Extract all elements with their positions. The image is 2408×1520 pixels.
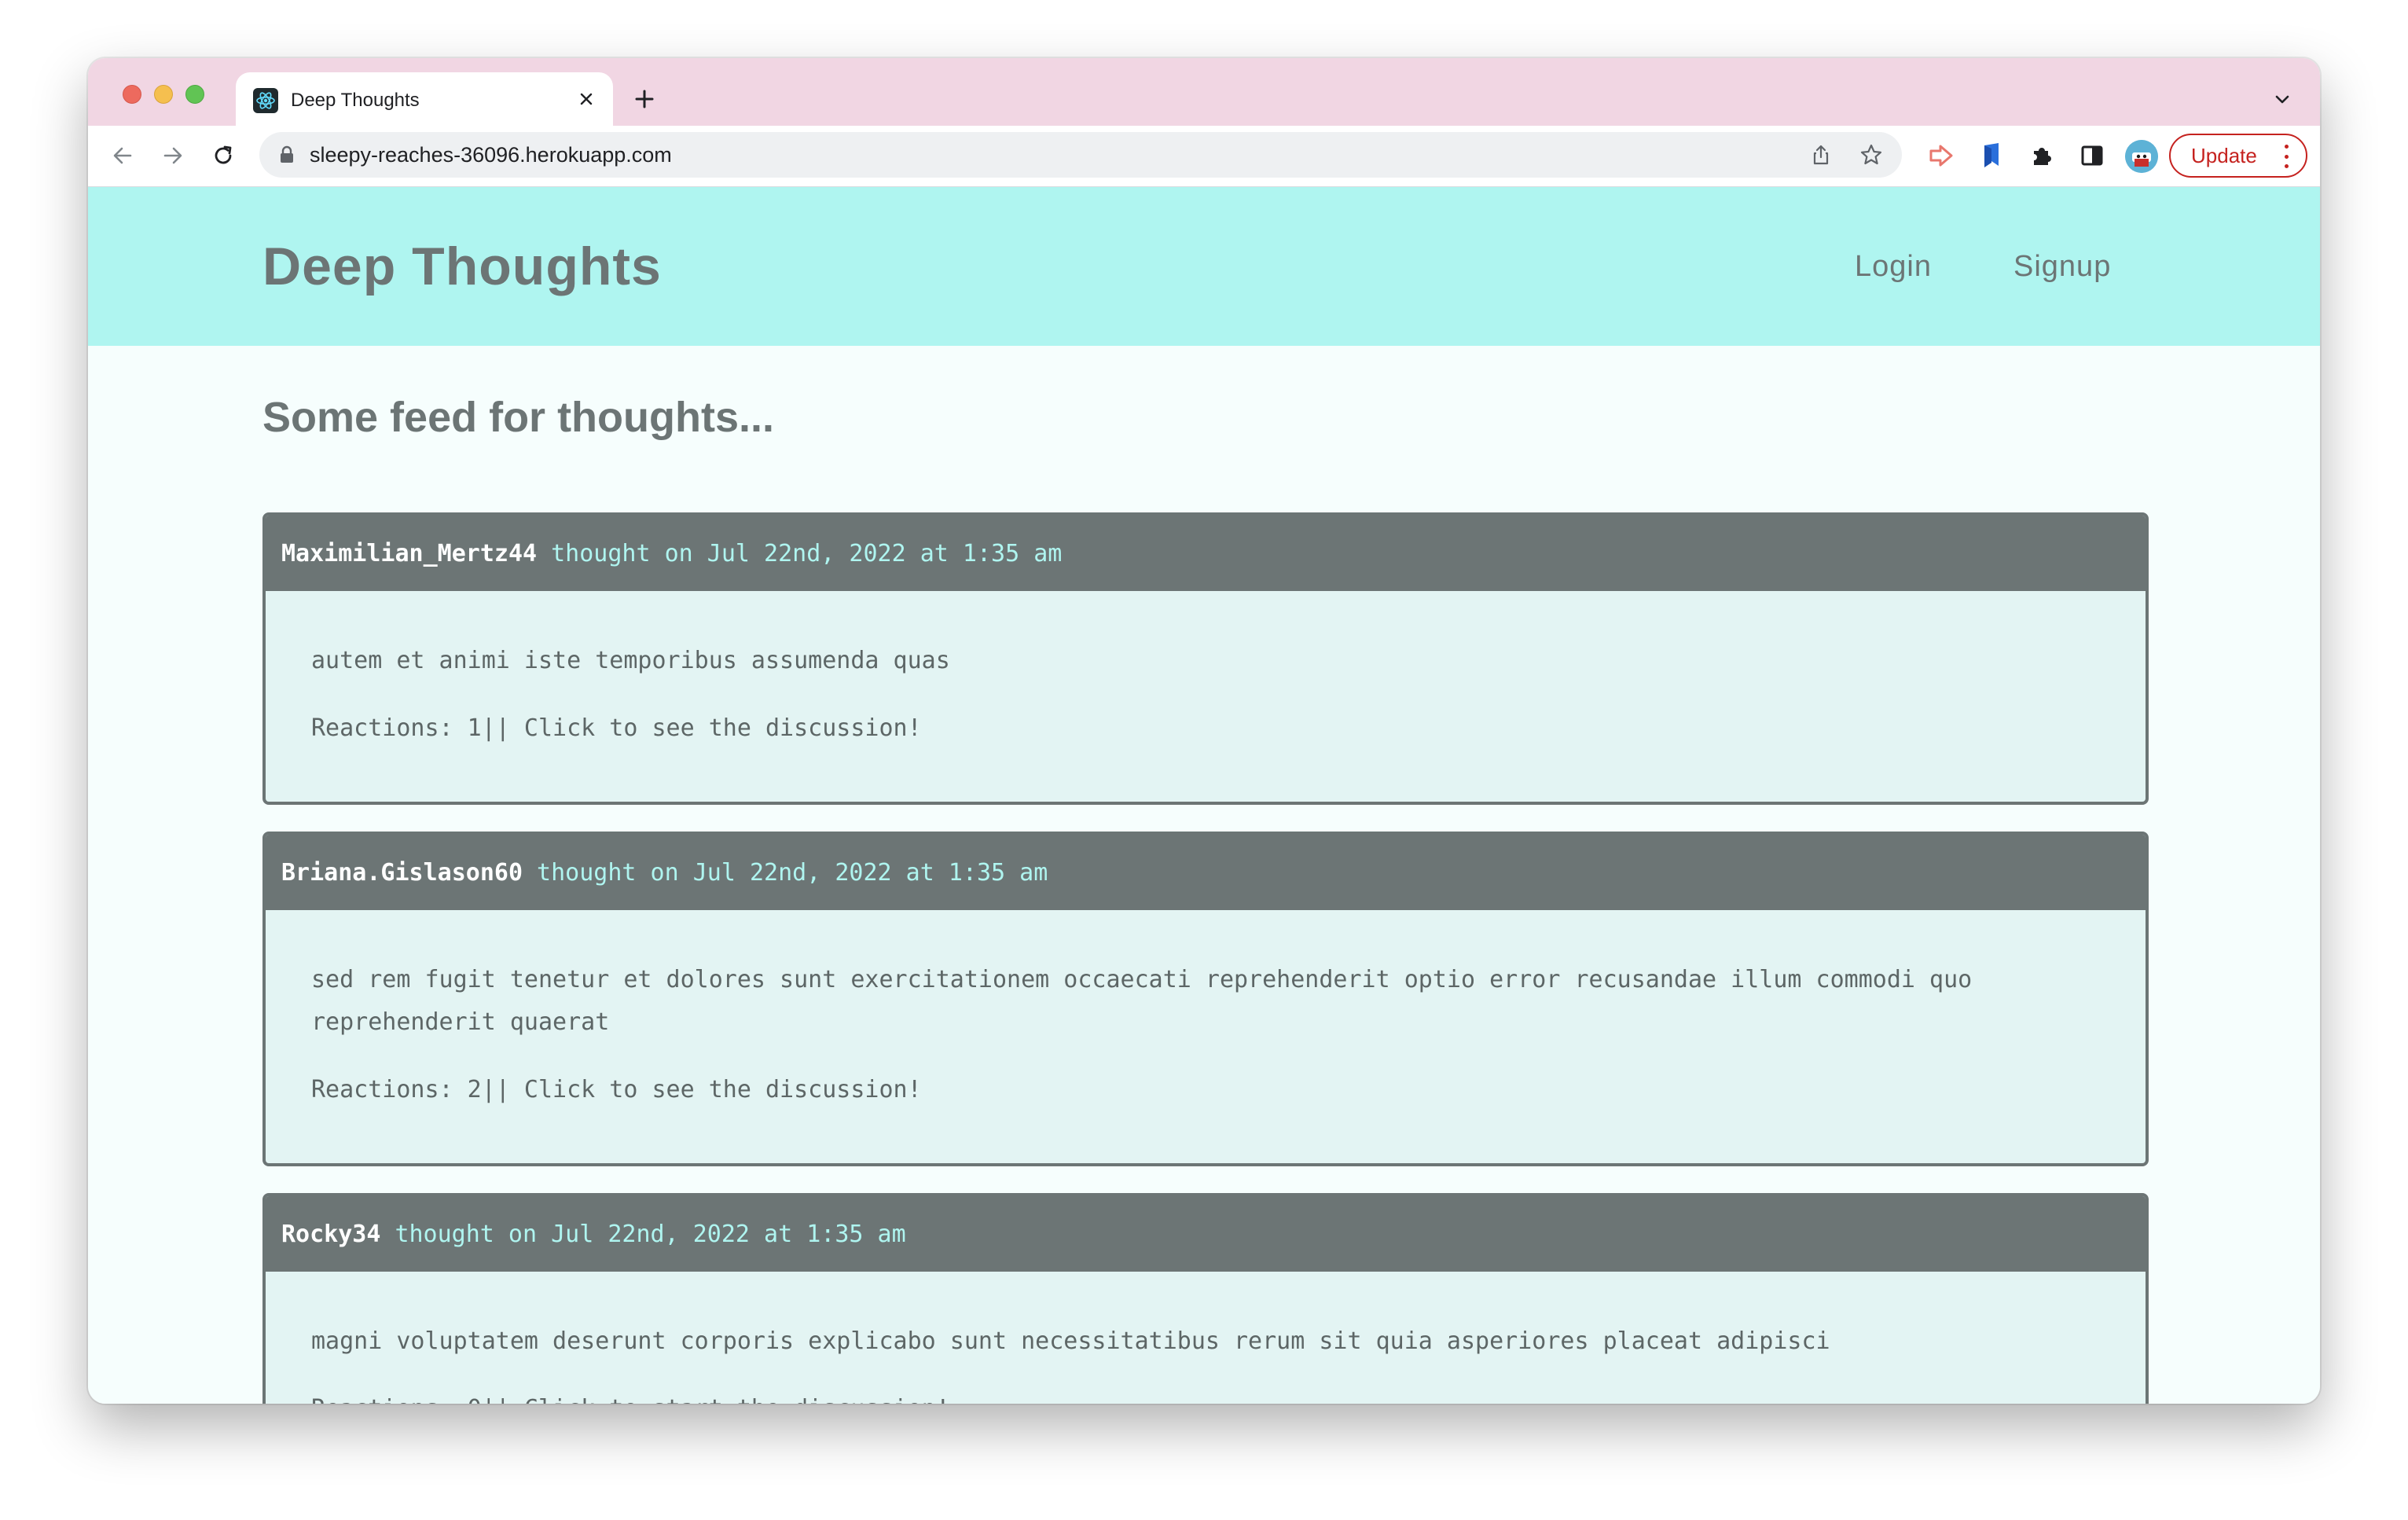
site-title-link[interactable]: Deep Thoughts (262, 236, 662, 297)
site-header: Deep Thoughts Login Signup (88, 187, 2320, 346)
thought-card-body[interactable]: sed rem fugit tenetur et dolores sunt ex… (266, 910, 2146, 1111)
feed-title: Some feed for thoughts... (262, 394, 775, 441)
react-atom-icon (253, 88, 278, 113)
thought-reactions[interactable]: Reactions: 1|| Click to see the discussi… (311, 707, 2101, 750)
maximize-window-button[interactable] (185, 85, 204, 104)
plus-icon[interactable] (630, 85, 659, 113)
chevron-down-icon[interactable] (2268, 85, 2296, 113)
minimize-window-button[interactable] (154, 85, 173, 104)
thought-text: autem et animi iste temporibus assumenda… (311, 647, 950, 674)
thought-reactions[interactable]: Reactions: 2|| Click to see the discussi… (311, 1069, 2101, 1111)
thought-text: magni voluptatem deserunt corporis expli… (311, 1327, 1830, 1355)
thought-meta: thought on Jul 22nd, 2022 at 1:35 am (395, 1220, 906, 1248)
share-icon[interactable] (1808, 141, 1834, 168)
thought-meta: thought on Jul 22nd, 2022 at 1:35 am (537, 858, 1048, 887)
thought-card: Rocky34 thought on Jul 22nd, 2022 at 1:3… (262, 1193, 2149, 1404)
signup-link[interactable]: Signup (2013, 250, 2111, 284)
thought-card: Maximilian_Mertz44 thought on Jul 22nd, … (262, 512, 2149, 805)
extension-red-arrow-icon[interactable] (1927, 141, 1955, 170)
thought-card-header: Rocky34 thought on Jul 22nd, 2022 at 1:3… (266, 1196, 2146, 1272)
side-panel-icon[interactable] (2078, 141, 2106, 170)
reload-icon[interactable] (207, 140, 239, 171)
thought-card-body[interactable]: magni voluptatem deserunt corporis expli… (266, 1272, 2146, 1404)
extension-blue-bookmark-icon[interactable] (1977, 141, 2006, 170)
thought-card-header: Maximilian_Mertz44 thought on Jul 22nd, … (266, 516, 2146, 591)
update-button[interactable]: Update (2169, 134, 2307, 178)
thought-meta: thought on Jul 22nd, 2022 at 1:35 am (551, 539, 1063, 567)
thought-username-link[interactable]: Briana.Gislason60 (281, 859, 523, 887)
thought-reactions[interactable]: Reactions: 0|| Click to start the discus… (311, 1388, 2101, 1404)
address-bar[interactable]: sleepy-reaches-36096.herokuapp.com (259, 132, 1902, 178)
avatar[interactable] (2125, 140, 2158, 173)
star-icon[interactable] (1858, 141, 1885, 168)
url-text[interactable]: sleepy-reaches-36096.herokuapp.com (310, 143, 672, 167)
lock-icon[interactable] (277, 145, 297, 165)
puzzle-icon[interactable] (2028, 141, 2056, 170)
tab-title: Deep Thoughts (291, 90, 420, 111)
more-vert-icon[interactable] (2282, 145, 2290, 168)
web-page: Deep Thoughts Login Signup Some feed for… (88, 187, 2320, 1404)
thought-card-body[interactable]: autem et animi iste temporibus assumenda… (266, 591, 2146, 750)
browser-window: Deep Thoughts sleepy-reaches-36096.herok (88, 58, 2320, 1404)
thought-username-link[interactable]: Maximilian_Mertz44 (281, 540, 537, 567)
thought-text: sed rem fugit tenetur et dolores sunt ex… (311, 966, 1973, 1036)
arrow-left-icon[interactable] (107, 140, 138, 171)
thought-card-header: Briana.Gislason60 thought on Jul 22nd, 2… (266, 835, 2146, 910)
thought-username-link[interactable]: Rocky34 (281, 1221, 380, 1248)
browser-tab[interactable]: Deep Thoughts (236, 72, 613, 126)
tab-strip: Deep Thoughts (88, 58, 2320, 126)
update-label: Update (2191, 143, 2257, 167)
close-icon[interactable] (574, 86, 599, 112)
arrow-right-icon[interactable] (157, 140, 189, 171)
browser-toolbar: sleepy-reaches-36096.herokuapp.com Updat… (88, 126, 2320, 187)
login-link[interactable]: Login (1855, 250, 1932, 284)
close-window-button[interactable] (123, 85, 141, 104)
thought-card: Briana.Gislason60 thought on Jul 22nd, 2… (262, 832, 2149, 1166)
